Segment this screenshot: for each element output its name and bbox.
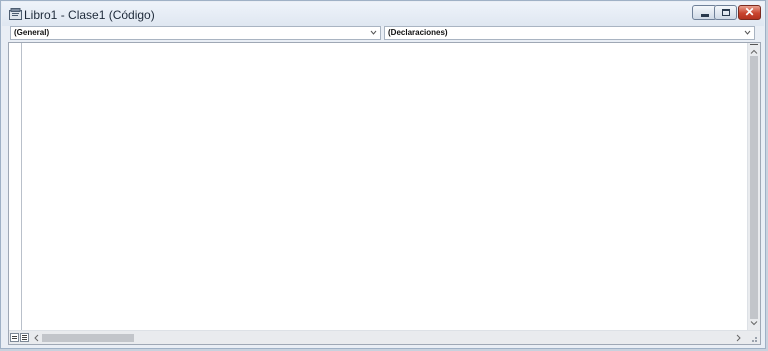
title-bar[interactable]: Libro1 - Clase1 (Código) ✕ [2, 2, 764, 26]
scroll-down-icon[interactable] [750, 320, 758, 326]
chevron-down-icon [744, 30, 751, 35]
procedure-dropdown[interactable]: (Declaraciones) [384, 26, 755, 40]
object-dropdown[interactable]: (General) [10, 26, 381, 40]
maximize-icon [722, 9, 730, 16]
close-button[interactable]: ✕ [738, 5, 761, 20]
scroll-right-icon[interactable] [735, 334, 742, 342]
minimize-icon [701, 14, 709, 17]
window-title: Libro1 - Clase1 (Código) [24, 8, 155, 22]
vertical-scroll-thumb[interactable] [750, 56, 758, 319]
split-bar-handle[interactable] [750, 44, 758, 47]
maximize-button[interactable] [714, 5, 737, 20]
horizontal-scroll-thumb[interactable] [42, 334, 134, 342]
vba-module-icon [9, 8, 22, 20]
procedure-dropdown-value: (Declaraciones) [388, 28, 448, 37]
code-editor[interactable] [8, 42, 761, 345]
scroll-left-icon[interactable] [33, 334, 40, 342]
chevron-down-icon [370, 30, 377, 35]
full-module-view-button[interactable] [20, 333, 29, 342]
close-icon: ✕ [744, 5, 755, 19]
resize-grip-icon[interactable] [748, 333, 758, 343]
bottom-bar [9, 330, 760, 344]
scroll-up-icon[interactable] [750, 49, 758, 55]
code-text-area[interactable] [22, 43, 747, 330]
vertical-scrollbar[interactable] [747, 43, 760, 330]
object-dropdown-value: (General) [14, 28, 50, 37]
procedure-view-button[interactable] [10, 333, 19, 342]
margin-indicator-bar[interactable] [9, 43, 22, 330]
code-window: Libro1 - Clase1 (Código) ✕ (General) (De… [0, 0, 766, 349]
